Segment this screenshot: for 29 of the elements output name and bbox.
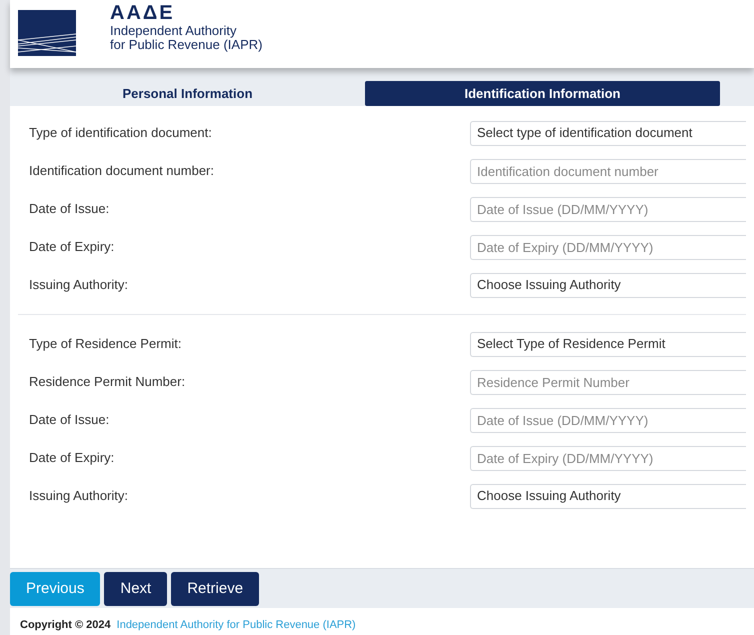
dropdown[interactable]: Select Type of Residence Permit bbox=[470, 332, 746, 356]
field-label: Issuing Authority: bbox=[28, 487, 129, 506]
button[interactable]: Next bbox=[104, 572, 168, 606]
field-label: Type of Residence Permit: bbox=[28, 335, 182, 354]
dropdown[interactable]: Choose Issuing Authority bbox=[470, 272, 746, 298]
field-label: Date of Expiry: bbox=[28, 449, 116, 468]
logo-text: ΑΑΔΕ bbox=[110, 2, 176, 24]
dropdown[interactable]: Choose Issuing Authority bbox=[470, 484, 746, 508]
field-label: Residence Permit Number: bbox=[28, 373, 186, 392]
input-field[interactable]: Date of Issue (DD/MM/YYYY) bbox=[470, 408, 746, 432]
tab[interactable]: Identification Information bbox=[365, 81, 720, 106]
field-label: Date of Issue: bbox=[28, 411, 110, 430]
copyright-text: Copyright © 2024 bbox=[20, 618, 111, 632]
logo-icon bbox=[18, 10, 76, 56]
field-label: Date of Expiry: bbox=[28, 238, 116, 256]
input-field[interactable]: Identification document number bbox=[470, 158, 746, 184]
organization-name: Independent Authority bbox=[110, 24, 238, 38]
input-field[interactable]: Date of Issue (DD/MM/YYYY) bbox=[470, 196, 746, 222]
field-label: Date of Issue: bbox=[28, 200, 110, 218]
input-field[interactable]: Date of Expiry (DD/MM/YYYY) bbox=[470, 234, 746, 260]
field-label: Type of identification document: bbox=[28, 124, 213, 142]
tab[interactable]: Personal Information bbox=[10, 81, 365, 106]
button[interactable]: Retrieve bbox=[171, 572, 260, 606]
field-label: Identification document number: bbox=[28, 162, 215, 180]
organization-name: for Public Revenue (IAPR) bbox=[110, 38, 262, 52]
input-field[interactable]: Residence Permit Number bbox=[470, 370, 746, 394]
input-field[interactable]: Date of Expiry (DD/MM/YYYY) bbox=[470, 446, 746, 470]
field-label: Issuing Authority: bbox=[28, 276, 129, 294]
dropdown[interactable]: Select type of identification document bbox=[470, 120, 746, 146]
